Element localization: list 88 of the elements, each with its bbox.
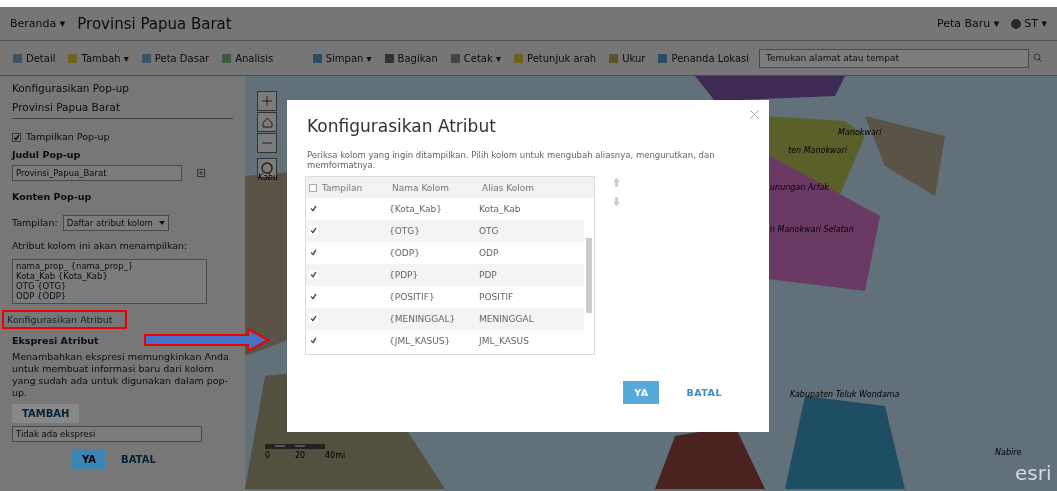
field-label: Atribut kolom ini akan menampilkan:: [12, 239, 189, 252]
checkbox[interactable]: [309, 314, 318, 324]
table-cell-text: {POSITIF}: [389, 292, 436, 303]
checkbox[interactable]: [12, 132, 21, 142]
table-cell-text: JML_KASUS: [479, 336, 530, 347]
configure-attributes-link[interactable]: Konfigurasikan Atribut: [2, 309, 127, 329]
toolbar-button[interactable]: Peta Dasar: [138, 52, 212, 64]
locate-button[interactable]: [257, 158, 277, 178]
map-title: Provinsi Papua Barat: [77, 14, 232, 33]
toolbar-button[interactable]: Detail: [10, 52, 58, 64]
toolbar-button[interactable]: Penanda Lokasi: [655, 52, 751, 64]
toolbar-button[interactable]: Tambah ▾: [65, 52, 131, 64]
column-header: Nama Kolom: [392, 182, 450, 193]
table-cell-text: {MENINGGAL}: [389, 314, 457, 325]
section-heading: Konten Pop-up: [12, 191, 93, 203]
layer-name: Provinsi Papua Barat: [12, 101, 122, 115]
checkbox[interactable]: [309, 183, 317, 192]
checkbox[interactable]: [309, 226, 318, 236]
map-label: Nabire: [995, 448, 1022, 457]
user-menu[interactable]: ST ▾: [1011, 17, 1047, 30]
map-label: Manokwari: [838, 128, 882, 137]
close-icon: [750, 110, 759, 119]
table-cell-text: {PDP}: [389, 270, 420, 281]
attribute-list[interactable]: nama_prop_ {nama_prop_} Kota_Kab {Kota_Kab} OTG {OTG} ODP {ODP}: [12, 258, 207, 304]
search-icon[interactable]: [1033, 53, 1043, 63]
esri-logo: esri: [1015, 461, 1052, 485]
input-field[interactable]: Provinsi_Papua_Barat: [12, 165, 182, 181]
table-cell-text: ODP: [479, 248, 500, 259]
home-button[interactable]: [257, 112, 277, 132]
circle-icon: [261, 162, 273, 174]
map-label: Kabu: [258, 173, 278, 182]
zoom-in-button[interactable]: [257, 91, 277, 111]
map-label: n Manokwari Selatan: [770, 225, 854, 234]
column-header: Alias Kolom: [482, 182, 534, 193]
table-cell-text: POSITIF: [479, 292, 515, 303]
ok-button[interactable]: YA: [72, 449, 107, 469]
description-text: Menambahkan ekspresi memungkinkan Anda untuk membuat informasi baru dari kolom yang sudah ada untuk digunakan dalam pop-up.: [12, 351, 230, 399]
table-row[interactable]: {PDP} PDP: [306, 264, 584, 287]
toolbar-button[interactable]: Bagikan: [381, 52, 440, 64]
table-cell-text: Kota_Kab: [479, 204, 522, 215]
cancel-button[interactable]: BATAL: [111, 449, 166, 469]
field-label: Tampilan:: [12, 216, 58, 229]
dialog-description: Periksa kolom yang ingin ditampilkan. Pilih kolom untuk mengubah aliasnya, mengurutkan, dan memformatnya.: [307, 150, 716, 171]
column-header: Tampilan: [322, 182, 363, 193]
section-heading: Ekspresi Atribut: [12, 334, 100, 347]
new-map-menu[interactable]: Peta Baru ▾: [936, 17, 1000, 30]
list-item[interactable]: Kota_Kab {Kota_Kab}: [16, 270, 203, 282]
checkbox-label: Tampilkan Pop-up: [26, 131, 110, 144]
table-row[interactable]: {MENINGGAL} MENINGGAL: [306, 308, 584, 331]
ok-button[interactable]: YA: [623, 381, 660, 404]
scale-label: 0: [265, 451, 271, 460]
scale-label: 40mi: [325, 451, 346, 460]
list-item[interactable]: ODP {ODP}: [16, 291, 203, 302]
toolbar-button[interactable]: Petunjuk arah: [511, 52, 599, 64]
add-button[interactable]: TAMBAH: [12, 403, 80, 423]
map-label: unungan Arfak: [770, 183, 829, 192]
dialog-title: Konfigurasikan Atribut: [307, 116, 497, 136]
cancel-button[interactable]: BATAL: [675, 381, 733, 404]
table-cell-text: PDP: [479, 270, 498, 281]
map-label: ten Manokwari: [788, 146, 848, 155]
table-cell-text: {ODP}: [389, 248, 421, 259]
map-label: Kabupaten Teluk Wondama: [790, 390, 900, 399]
scale-bar: [265, 444, 325, 449]
zoom-out-button[interactable]: [257, 133, 277, 153]
table-cell-text: {JML_KASUS}: [389, 336, 452, 347]
list-item[interactable]: nama_prop_ {nama_prop_}: [16, 260, 203, 271]
caret-icon: [158, 220, 165, 225]
toolbar-button[interactable]: Cetak ▾: [447, 52, 503, 64]
minus-icon: [262, 142, 272, 144]
expression-list[interactable]: Tidak ada ekspresi: [12, 425, 202, 442]
dropdown[interactable]: Daftar atribut kolom: [62, 214, 169, 231]
table-cell-text: {OTG}: [389, 226, 421, 237]
section-heading: Judul Pop-up: [12, 149, 82, 161]
scale-label: 20: [295, 451, 306, 460]
checkbox[interactable]: [309, 270, 318, 280]
home-menu[interactable]: Beranda ▾: [10, 17, 66, 30]
search-field[interactable]: Temukan alamat atau tempat: [759, 48, 1029, 68]
toolbar-button[interactable]: Analisis: [219, 52, 276, 64]
toolbar-button[interactable]: Ukur: [606, 52, 648, 64]
user-avatar-icon: [1011, 18, 1022, 29]
table-row[interactable]: {OTG} OTG: [306, 220, 584, 243]
table-cell-text: MENINGGAL: [479, 314, 535, 325]
panel-title: Konfigurasikan Pop-up: [12, 82, 130, 96]
list-item[interactable]: OTG {OTG}: [16, 281, 203, 292]
toolbar-button[interactable]: Simpan ▾: [309, 52, 374, 64]
table-cell-text: OTG: [479, 226, 500, 237]
table-cell-text: {Kota_Kab}: [389, 204, 443, 215]
house-icon: [261, 116, 273, 128]
